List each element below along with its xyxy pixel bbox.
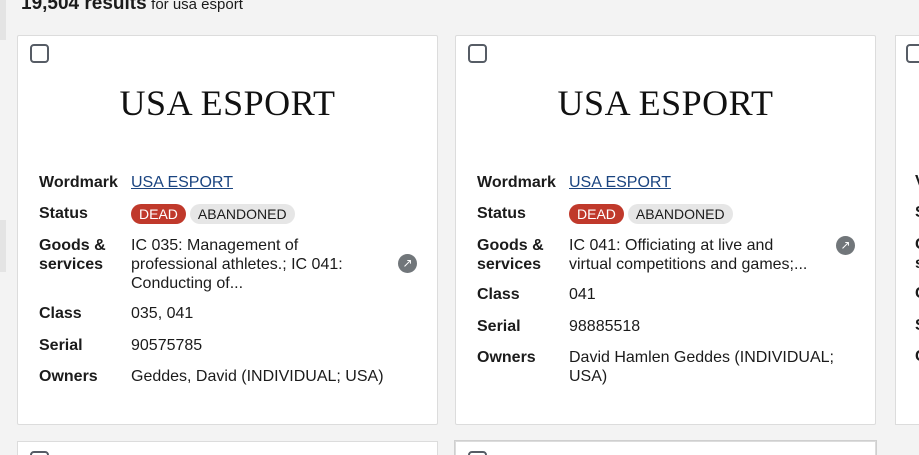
goods-text-line: virtual competitions and games;... — [569, 256, 808, 273]
partial-label: G — [915, 236, 919, 254]
select-checkbox[interactable] — [468, 451, 487, 455]
goods-label-line: Goods & — [477, 237, 544, 254]
results-count: 19,504 results — [21, 0, 147, 14]
owners-row: Owners David Hamlen Geddes (INDIVIDUAL; … — [477, 348, 855, 386]
arrow-up-right-icon[interactable]: ↗ — [398, 254, 417, 273]
goods-row: Goods & services IC 041: Officiating at … — [477, 236, 855, 274]
result-card-partial: V S G s C S C — [895, 35, 919, 425]
status-badge-detail: ABANDONED — [189, 204, 295, 224]
status-row: Status DEAD ABANDONED — [477, 204, 855, 224]
goods-label: Goods & services — [477, 236, 569, 274]
goods-text-line: IC 035: Management of — [131, 237, 299, 254]
result-card: USA ESPORT Wordmark USA ESPORT Status DE… — [455, 35, 876, 425]
serial-label: Serial — [477, 318, 521, 335]
owners-row: Owners Geddes, David (INDIVIDUAL; USA) — [39, 367, 417, 386]
status-badge-dead: DEAD — [131, 204, 186, 224]
partial-label: s — [915, 255, 919, 273]
goods-text-line: Conducting of... — [131, 275, 244, 292]
wordmark-label: Wordmark — [477, 174, 556, 191]
goods-text-line: professional athletes.; IC 041: — [131, 256, 343, 273]
wordmark-link[interactable]: USA ESPORT — [569, 174, 671, 191]
goods-label-line: services — [477, 256, 542, 273]
partial-label: S — [915, 317, 919, 335]
goods-label-line: services — [39, 256, 104, 273]
wordmark-row: Wordmark USA ESPORT — [39, 173, 417, 192]
search-results-page: 19,504 results for usa esport USA ESPORT… — [0, 0, 919, 455]
status-badge-detail: ABANDONED — [627, 204, 733, 224]
wordmark-link[interactable]: USA ESPORT — [131, 174, 233, 191]
left-rail — [0, 0, 6, 40]
status-badge-dead: DEAD — [569, 204, 624, 224]
result-card-partial — [17, 441, 438, 455]
goods-label-line: Goods & — [39, 237, 106, 254]
owners-value: Geddes, David (INDIVIDUAL; USA) — [131, 367, 417, 386]
serial-row: Serial 98885518 — [477, 317, 855, 336]
owners-label: Owners — [39, 368, 98, 385]
class-row: Class 035, 041 — [39, 304, 417, 323]
owners-value: David Hamlen Geddes (INDIVIDUAL; USA) — [569, 348, 855, 386]
partial-label: C — [915, 348, 919, 366]
mark-image: USA ESPORT — [119, 83, 336, 123]
result-card: USA ESPORT Wordmark USA ESPORT Status DE… — [17, 35, 438, 425]
select-checkbox[interactable] — [468, 44, 487, 63]
select-checkbox[interactable] — [906, 44, 919, 63]
class-label: Class — [39, 305, 82, 322]
mark-image: USA ESPORT — [557, 83, 774, 123]
select-checkbox[interactable] — [30, 451, 49, 455]
owners-label: Owners — [477, 349, 536, 366]
serial-value: 90575785 — [131, 337, 203, 354]
arrow-up-right-icon[interactable]: ↗ — [836, 236, 855, 255]
partial-label: C — [915, 285, 919, 303]
select-checkbox[interactable] — [30, 44, 49, 63]
serial-label: Serial — [39, 337, 83, 354]
left-rail — [0, 220, 6, 272]
wordmark-row: Wordmark USA ESPORT — [477, 173, 855, 192]
owners-line: Geddes, David (INDIVIDUAL; USA) — [131, 368, 384, 385]
status-label: Status — [477, 205, 526, 222]
serial-row: Serial 90575785 — [39, 336, 417, 355]
owners-line: David Hamlen Geddes (INDIVIDUAL; — [569, 349, 834, 366]
goods-label: Goods & services — [39, 236, 131, 293]
results-summary: 19,504 results for usa esport — [21, 0, 243, 15]
class-label: Class — [477, 286, 520, 303]
goods-row: Goods & services IC 035: Management of p… — [39, 236, 417, 293]
partial-label: S — [915, 204, 919, 222]
goods-text-line: IC 041: Officiating at live and — [569, 237, 774, 254]
results-query: for usa esport — [151, 0, 243, 13]
class-value: 035, 041 — [131, 305, 194, 322]
serial-value: 98885518 — [569, 318, 641, 335]
wordmark-label: Wordmark — [39, 174, 118, 191]
result-card-partial — [455, 441, 876, 455]
status-label: Status — [39, 205, 88, 222]
partial-label: V — [915, 173, 919, 191]
class-row: Class 041 — [477, 285, 855, 304]
class-value: 041 — [569, 286, 596, 303]
status-row: Status DEAD ABANDONED — [39, 204, 417, 224]
owners-line: USA) — [569, 368, 608, 385]
